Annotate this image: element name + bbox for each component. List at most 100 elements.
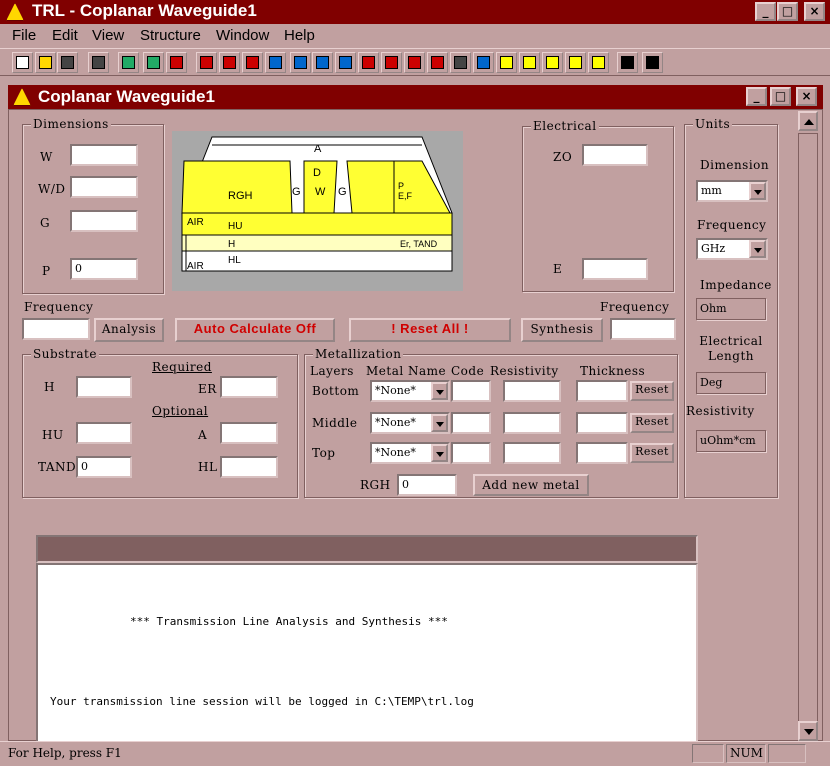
a-input[interactable] [220,422,278,444]
microstrip-icon-button[interactable] [118,52,139,73]
structure-icon-2 [223,56,236,69]
new-icon-button[interactable] [12,52,33,73]
menu-edit[interactable]: Edit [52,27,78,44]
wd-input[interactable] [70,176,138,198]
scroll-down-button[interactable] [798,721,818,741]
bottom-resistivity-input[interactable] [503,380,561,402]
top-reset-button[interactable]: Reset [630,443,674,463]
doc-close-button[interactable]: × [796,87,817,106]
status-panel-blank [692,744,724,763]
reset-all-button[interactable]: ! Reset All ! [349,318,511,342]
top-resistivity-input[interactable] [503,442,561,464]
scroll-thumb[interactable] [798,133,818,729]
synthesis-frequency-input[interactable] [610,318,676,340]
hl-input[interactable] [220,456,278,478]
print-icon-button[interactable] [88,52,109,73]
open-icon-button[interactable] [35,52,56,73]
structure-icon-18-button[interactable] [588,52,609,73]
rgh-input[interactable]: 0 [397,474,457,496]
structure-icon-14 [500,56,513,69]
app-title-bar: TRL - Coplanar Waveguide1 _ □ × [0,0,830,24]
add-new-metal-button[interactable]: Add new metal [473,474,589,496]
bottom-reset-button[interactable]: Reset [630,381,674,401]
structure-icon-12-button[interactable] [450,52,471,73]
z0-input[interactable] [582,144,648,166]
structure-icon-17 [569,56,582,69]
top-code-input[interactable] [451,442,491,464]
chevron-down-icon [431,382,448,400]
new-icon [16,56,29,69]
bottom-thickness-input[interactable] [576,380,628,402]
structure-icon-4-button[interactable] [265,52,286,73]
scroll-up-button[interactable] [798,111,818,131]
close-button[interactable]: × [804,2,825,21]
structure-icon-1-button[interactable] [196,52,217,73]
stripline-icon-button[interactable] [143,52,164,73]
help-pointer-icon [621,56,634,69]
analysis-button[interactable]: Analysis [94,318,164,342]
middle-metal-select[interactable]: *None* [370,412,450,434]
label-tand: TAND [38,460,77,474]
structure-icon-2-button[interactable] [219,52,240,73]
coplanar-icon-button[interactable] [166,52,187,73]
h-input[interactable] [76,376,132,398]
dimension-unit-select[interactable]: mm [696,180,768,202]
menu-window[interactable]: Window [216,27,269,44]
structure-icon-18 [592,56,605,69]
menu-file[interactable]: File [12,27,36,44]
structure-icon-14-button[interactable] [496,52,517,73]
label-synthesis-frequency: Frequency [600,300,670,314]
structure-icon-6-button[interactable] [312,52,333,73]
structure-icon-3-button[interactable] [242,52,263,73]
top-metal-select[interactable]: *None* [370,442,450,464]
menu-help[interactable]: Help [284,27,315,44]
doc-minimize-button[interactable]: _ [746,87,767,106]
stripline-icon [147,56,160,69]
help-icon-button[interactable] [642,52,663,73]
tand-input[interactable]: 0 [76,456,132,478]
middle-thickness-input[interactable] [576,412,628,434]
structure-icon-17-button[interactable] [565,52,586,73]
structure-icon-1 [200,56,213,69]
maximize-button[interactable]: □ [777,2,798,21]
middle-code-input[interactable] [451,412,491,434]
vertical-scrollbar[interactable] [798,111,818,741]
menu-view[interactable]: View [92,27,124,44]
auto-calculate-button[interactable]: Auto Calculate Off [175,318,335,342]
diagram-label-p: P [398,181,404,191]
g-input[interactable] [70,210,138,232]
structure-icon-7-button[interactable] [335,52,356,73]
bottom-metal-select[interactable]: *None* [370,380,450,402]
structure-icon-10-button[interactable] [404,52,425,73]
minimize-button[interactable]: _ [755,2,776,21]
label-wd: W/D [38,182,66,196]
p-input[interactable]: 0 [70,258,138,280]
frequency-unit-select[interactable]: GHz [696,238,768,260]
label-p: P [42,264,51,278]
e-input[interactable] [582,258,648,280]
analysis-frequency-input[interactable] [22,318,90,340]
structure-icon-13-button[interactable] [473,52,494,73]
top-thickness-input[interactable] [576,442,628,464]
document-title-bar: Coplanar Waveguide1 _ □ × [8,85,823,109]
label-hu: HU [42,428,64,442]
w-input[interactable] [70,144,138,166]
middle-resistivity-input[interactable] [503,412,561,434]
bottom-code-input[interactable] [451,380,491,402]
middle-reset-button[interactable]: Reset [630,413,674,433]
hu-input[interactable] [76,422,132,444]
synthesis-button[interactable]: Synthesis [521,318,603,342]
structure-icon-8-button[interactable] [358,52,379,73]
structure-icon-16-button[interactable] [542,52,563,73]
menu-structure[interactable]: Structure [140,27,201,44]
structure-icon-5-button[interactable] [290,52,311,73]
structure-icon-10 [408,56,421,69]
save-icon-button[interactable] [57,52,78,73]
status-help-text: For Help, press F1 [8,746,122,760]
help-pointer-icon-button[interactable] [617,52,638,73]
structure-icon-9-button[interactable] [381,52,402,73]
structure-icon-11-button[interactable] [427,52,448,73]
er-input[interactable] [220,376,278,398]
doc-maximize-button[interactable]: □ [770,87,791,106]
structure-icon-15-button[interactable] [519,52,540,73]
